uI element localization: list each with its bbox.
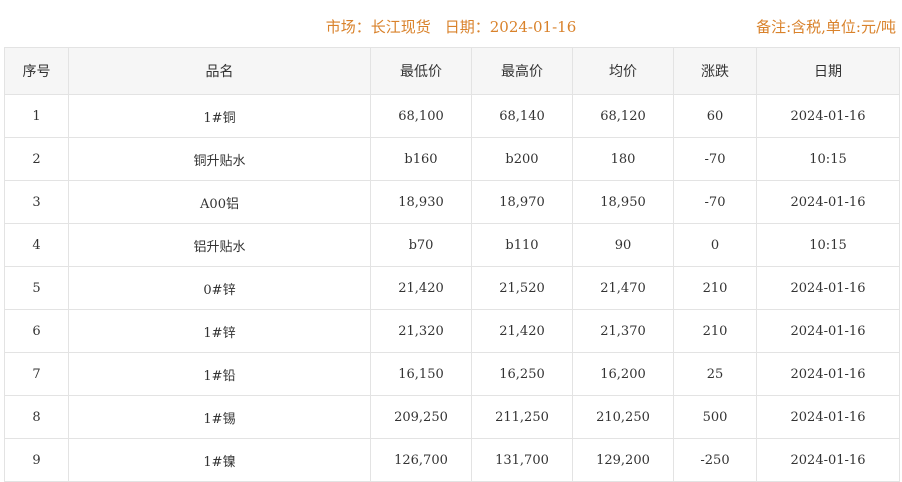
table-row: 8 1#锡 209,250 211,250 210,250 500 2024-01-16: [4, 395, 900, 439]
column-header-change: 涨跌: [673, 47, 757, 95]
cell-date: 2024-01-16: [756, 309, 900, 353]
table-row: 1 1#铜 68,100 68,140 68,120 60 2024-01-16: [4, 94, 900, 138]
cell-low-price: 16,150: [370, 352, 472, 396]
column-header-index: 序号: [4, 47, 69, 95]
cell-high-price: 131,700: [471, 438, 573, 482]
cell-date: 2024-01-16: [756, 266, 900, 310]
table-row: 6 1#锌 21,320 21,420 21,370 210 2024-01-16: [4, 309, 900, 353]
cell-high-price: 18,970: [471, 180, 573, 224]
cell-low-price: 21,320: [370, 309, 472, 353]
column-header-high: 最高价: [471, 47, 573, 95]
table-row: 9 1#镍 126,700 131,700 129,200 -250 2024-01-16: [4, 438, 900, 482]
cell-change: -70: [673, 180, 757, 224]
cell-product-name: 1#锌: [68, 309, 371, 353]
date-label: 日期：2024-01-16: [444, 18, 577, 36]
cell-change: -70: [673, 137, 757, 181]
cell-high-price: b110: [471, 223, 573, 267]
cell-avg-price: 21,370: [572, 309, 674, 353]
cell-product-name: 1#锡: [68, 395, 371, 439]
cell-low-price: 21,420: [370, 266, 472, 310]
cell-index: 6: [4, 309, 69, 353]
column-header-date: 日期: [756, 47, 900, 95]
cell-product-name: 1#铜: [68, 94, 371, 138]
cell-change: 0: [673, 223, 757, 267]
cell-avg-price: 16,200: [572, 352, 674, 396]
cell-high-price: 21,420: [471, 309, 573, 353]
cell-low-price: b160: [370, 137, 472, 181]
table-row: 3 A00铝 18,930 18,970 18,950 -70 2024-01-16: [4, 180, 900, 224]
cell-change: 500: [673, 395, 757, 439]
cell-low-price: 209,250: [370, 395, 472, 439]
cell-high-price: 68,140: [471, 94, 573, 138]
cell-avg-price: 129,200: [572, 438, 674, 482]
cell-index: 5: [4, 266, 69, 310]
cell-date: 10:15: [756, 223, 900, 267]
cell-date: 2024-01-16: [756, 94, 900, 138]
cell-index: 9: [4, 438, 69, 482]
cell-product-name: 1#镍: [68, 438, 371, 482]
cell-product-name: 1#铅: [68, 352, 371, 396]
unit-note: 备注:含税,单位:元/吨: [756, 18, 896, 36]
cell-date: 2024-01-16: [756, 395, 900, 439]
cell-change: -250: [673, 438, 757, 482]
cell-high-price: b200: [471, 137, 573, 181]
cell-index: 3: [4, 180, 69, 224]
cell-index: 1: [4, 94, 69, 138]
cell-change: 60: [673, 94, 757, 138]
cell-date: 2024-01-16: [756, 180, 900, 224]
cell-product-name: 铝升贴水: [68, 223, 371, 267]
price-table: 序号 品名 最低价 最高价 均价 涨跌 日期 1 1#铜 68,100 68,140 6…: [4, 47, 900, 482]
cell-date: 2024-01-16: [756, 438, 900, 482]
cell-product-name: A00铝: [68, 180, 371, 224]
cell-avg-price: 210,250: [572, 395, 674, 439]
cell-high-price: 211,250: [471, 395, 573, 439]
table-row: 7 1#铅 16,150 16,250 16,200 25 2024-01-16: [4, 352, 900, 396]
cell-index: 7: [4, 352, 69, 396]
cell-avg-price: 18,950: [572, 180, 674, 224]
cell-avg-price: 21,470: [572, 266, 674, 310]
cell-index: 8: [4, 395, 69, 439]
cell-avg-price: 180: [572, 137, 674, 181]
cell-change: 210: [673, 266, 757, 310]
cell-index: 2: [4, 137, 69, 181]
cell-product-name: 铜升贴水: [68, 137, 371, 181]
cell-product-name: 0#锌: [68, 266, 371, 310]
table-row: 2 铜升贴水 b160 b200 180 -70 10:15: [4, 137, 900, 181]
cell-high-price: 21,520: [471, 266, 573, 310]
table-row: 4 铝升贴水 b70 b110 90 0 10:15: [4, 223, 900, 267]
cell-date: 2024-01-16: [756, 352, 900, 396]
cell-index: 4: [4, 223, 69, 267]
cell-low-price: b70: [370, 223, 472, 267]
cell-date: 10:15: [756, 137, 900, 181]
cell-high-price: 16,250: [471, 352, 573, 396]
column-header-name: 品名: [68, 47, 371, 95]
cell-low-price: 126,700: [370, 438, 472, 482]
table-row: 5 0#锌 21,420 21,520 21,470 210 2024-01-16: [4, 266, 900, 310]
market-label: 市场：长江现货: [325, 18, 431, 36]
header-bar: 市场：长江现货 日期：2024-01-16 备注:含税,单位:元/吨: [0, 0, 902, 46]
header-row: 序号 品名 最低价 最高价 均价 涨跌 日期: [4, 47, 900, 95]
cell-low-price: 18,930: [370, 180, 472, 224]
column-header-avg: 均价: [572, 47, 674, 95]
column-header-low: 最低价: [370, 47, 472, 95]
price-table-body: 1 1#铜 68,100 68,140 68,120 60 2024-01-16 2 铜升贴水 b…: [4, 94, 900, 482]
cell-avg-price: 90: [572, 223, 674, 267]
cell-change: 210: [673, 309, 757, 353]
price-table-header: 序号 品名 最低价 最高价 均价 涨跌 日期: [4, 47, 900, 95]
cell-avg-price: 68,120: [572, 94, 674, 138]
cell-low-price: 68,100: [370, 94, 472, 138]
cell-change: 25: [673, 352, 757, 396]
